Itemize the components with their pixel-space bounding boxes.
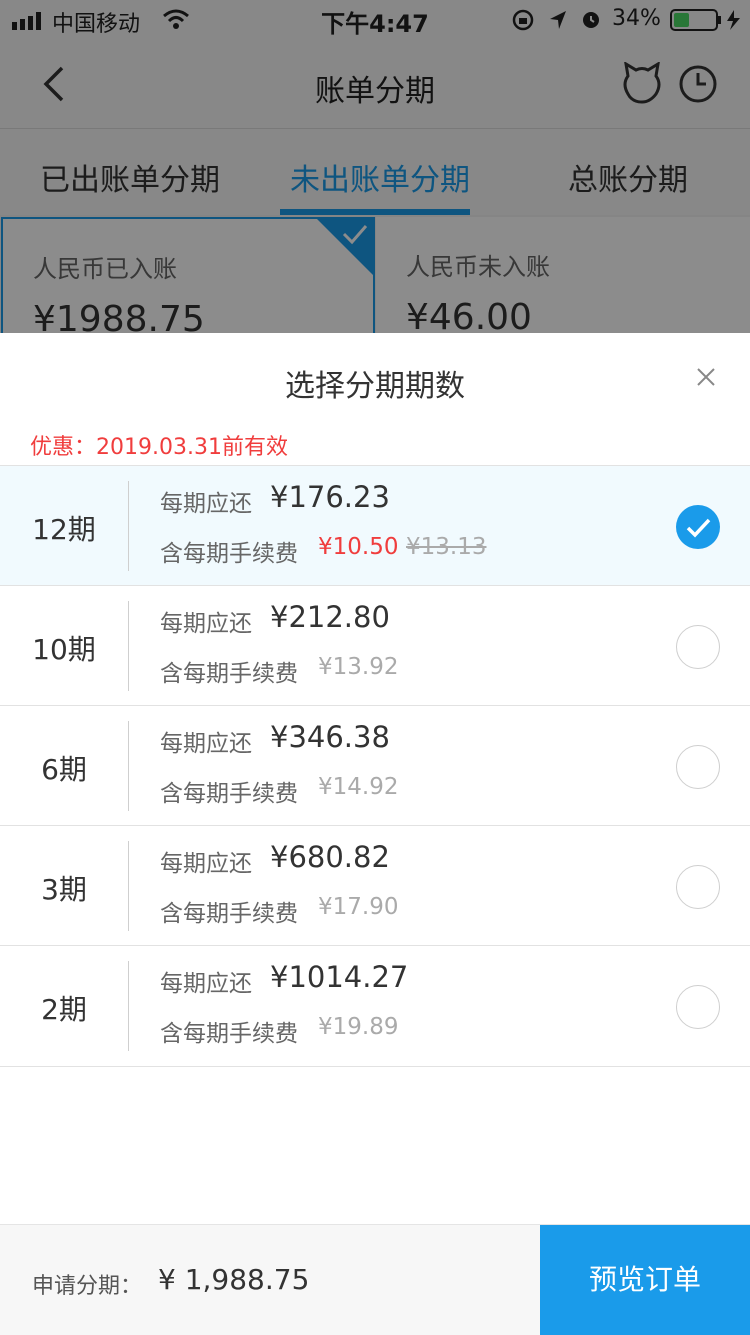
promo-text: 优惠：2019.03.31前有效	[30, 435, 288, 460]
per-payment-amount: ¥346.38	[270, 720, 390, 754]
divider	[128, 721, 129, 811]
fee-amount: ¥19.89	[318, 1014, 399, 1040]
fee-original-amount: ¥13.13	[406, 534, 487, 560]
fee-amount: ¥13.92	[318, 654, 399, 680]
installment-option-12[interactable]: 12期 每期应还 ¥176.23 含每期手续费 ¥10.50 ¥13.13	[0, 465, 750, 586]
period-label: 10期	[32, 633, 96, 666]
fee-amount: ¥17.90	[318, 894, 399, 920]
divider	[128, 841, 129, 931]
fee-amount: ¥14.92	[318, 774, 399, 800]
apply-label: 申请分期：	[32, 1274, 143, 1299]
divider	[128, 601, 129, 691]
sheet-title: 选择分期期数	[285, 369, 465, 404]
radio-unselected[interactable]	[676, 985, 720, 1029]
per-payment-label: 每期应还	[160, 611, 252, 637]
fee-amount: ¥10.50	[318, 534, 399, 560]
apply-total: ¥ 1,988.75	[158, 1263, 310, 1296]
installment-option-3[interactable]: 3期 每期应还 ¥680.82 含每期手续费 ¥17.90	[0, 825, 750, 946]
radio-unselected[interactable]	[676, 745, 720, 789]
per-payment-amount: ¥1014.27	[270, 960, 409, 994]
period-label: 12期	[32, 513, 96, 546]
per-payment-amount: ¥680.82	[270, 840, 390, 874]
per-payment-label: 每期应还	[160, 971, 252, 997]
per-payment-amount: ¥212.80	[270, 600, 390, 634]
period-label: 6期	[41, 753, 87, 786]
fee-label: 含每期手续费	[160, 781, 298, 807]
installment-sheet: 选择分期期数 优惠：2019.03.31前有效 12期 每期应还 ¥176.23…	[0, 333, 750, 1334]
close-icon[interactable]	[696, 367, 716, 387]
period-label: 3期	[41, 873, 87, 906]
checkmark-icon	[686, 518, 711, 538]
radio-unselected[interactable]	[676, 865, 720, 909]
installment-option-6[interactable]: 6期 每期应还 ¥346.38 含每期手续费 ¥14.92	[0, 705, 750, 826]
radio-selected[interactable]	[676, 505, 720, 549]
bottom-bar: 申请分期： ¥ 1,988.75 预览订单	[0, 1224, 750, 1335]
divider	[128, 481, 129, 571]
per-payment-label: 每期应还	[160, 851, 252, 877]
divider	[128, 961, 129, 1051]
per-payment-label: 每期应还	[160, 731, 252, 757]
radio-unselected[interactable]	[676, 625, 720, 669]
period-label: 2期	[41, 993, 87, 1026]
modal-overlay[interactable]	[0, 0, 750, 333]
per-payment-label: 每期应还	[160, 491, 252, 517]
preview-order-button[interactable]: 预览订单	[540, 1225, 750, 1335]
fee-label: 含每期手续费	[160, 901, 298, 927]
fee-label: 含每期手续费	[160, 1021, 298, 1047]
installment-option-2[interactable]: 2期 每期应还 ¥1014.27 含每期手续费 ¥19.89	[0, 945, 750, 1067]
per-payment-amount: ¥176.23	[270, 480, 390, 514]
installment-option-10[interactable]: 10期 每期应还 ¥212.80 含每期手续费 ¥13.92	[0, 585, 750, 706]
fee-label: 含每期手续费	[160, 661, 298, 687]
fee-label: 含每期手续费	[160, 541, 298, 567]
